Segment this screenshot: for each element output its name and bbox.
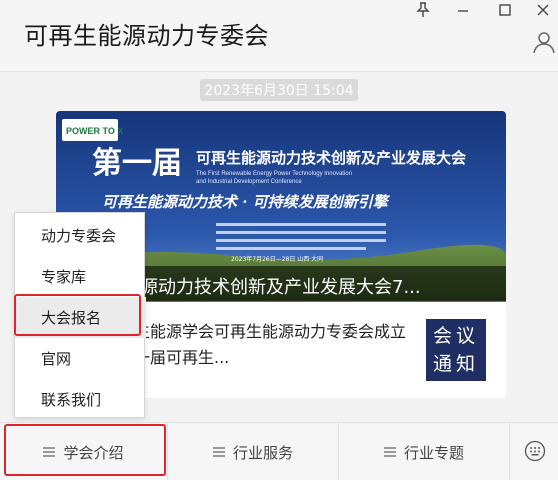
banner-logo: POWER TO X [66, 126, 123, 136]
banner-english-line-1: The First Renewable Energy Power Technol… [196, 171, 352, 177]
minimize-icon[interactable] [450, 0, 476, 20]
tab-industry-topics-label: 行业专题 [403, 443, 464, 462]
menu-lines-icon [43, 447, 56, 457]
keyboard-icon[interactable] [524, 440, 546, 462]
bottom-menu-bar: 学会介绍 行业服务 行业专题 [0, 422, 558, 480]
thumbnail-line-2: 通知 [432, 353, 479, 375]
tab-industry-services-label: 行业服务 [232, 443, 293, 462]
message-timestamp: 2023年6月30日 15:04 [200, 79, 358, 101]
menu-item-contact-us[interactable]: 联系我们 [15, 379, 146, 420]
menu-lines-icon [383, 447, 396, 457]
pin-icon[interactable] [410, 0, 436, 20]
menu-item-conference-registration[interactable]: 大会报名 [15, 297, 146, 338]
tab-divider [509, 423, 510, 480]
menu-lines-icon [212, 447, 225, 457]
thumbnail-line-1: 会议 [432, 325, 479, 347]
menu-item-expert-library[interactable]: 专家库 [15, 256, 146, 297]
maximize-icon[interactable] [492, 0, 518, 20]
banner-conference-title: 可再生能源动力技术创新及产业发展大会 [196, 149, 466, 167]
tab-society-intro[interactable]: 学会介绍 [0, 423, 167, 480]
close-icon[interactable] [530, 0, 556, 20]
tab-industry-topics[interactable]: 行业专题 [339, 423, 509, 480]
banner-english-line-2: and Industrial Development Conference [196, 179, 302, 185]
tab-industry-services[interactable]: 行业服务 [168, 423, 338, 480]
banner-date-line: 2023年7月26日—28日 山西·大同 [231, 255, 323, 263]
article-thumbnail: 会议 通知 [426, 319, 486, 381]
menu-item-committee[interactable]: 动力专委会 [15, 215, 146, 256]
banner-slogan: 可再生能源动力技术 · 可持续发展创新引擎 [102, 193, 391, 211]
profile-icon[interactable] [531, 29, 557, 55]
popup-menu: 动力专委会 专家库 大会报名 官网 联系我们 [14, 212, 146, 420]
chat-title: 可再生能源动力专委会 [24, 22, 269, 50]
banner-edition: 第一届 [92, 146, 182, 181]
menu-item-official-website[interactable]: 官网 [15, 338, 146, 379]
tab-society-intro-label: 学会介绍 [63, 443, 124, 462]
chat-header: 可再生能源动力专委会 [0, 0, 558, 72]
